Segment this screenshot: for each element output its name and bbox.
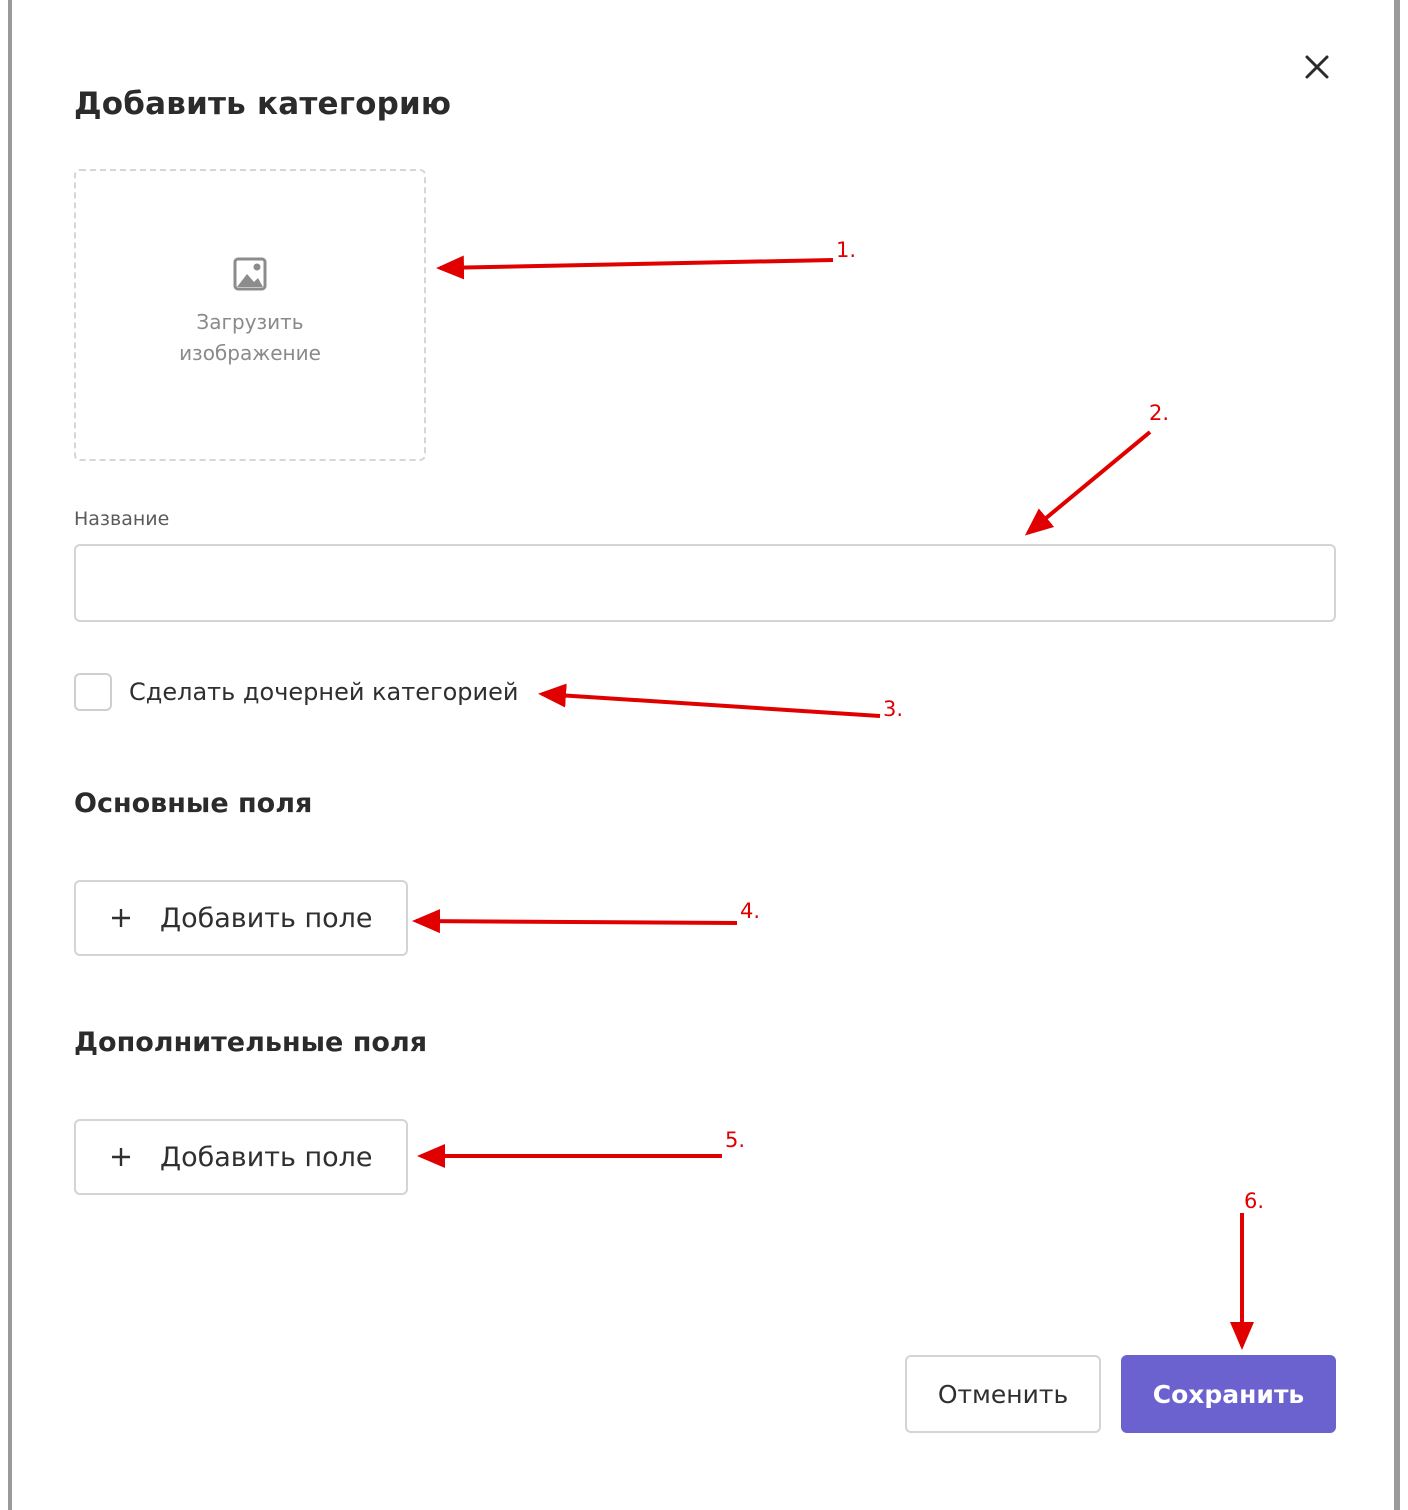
close-icon (1305, 55, 1329, 79)
close-button[interactable] (1296, 46, 1338, 88)
cancel-button[interactable]: Отменить (905, 1355, 1101, 1433)
child-category-label: Сделать дочерней категорией (129, 678, 519, 706)
add-main-field-button[interactable]: Добавить поле (74, 880, 408, 956)
main-fields-heading: Основные поля (74, 788, 313, 819)
child-category-checkbox[interactable] (74, 673, 112, 711)
upload-label: Загрузить изображение (140, 307, 360, 369)
child-category-row[interactable]: Сделать дочерней категорией (74, 672, 519, 712)
add-main-field-label: Добавить поле (160, 902, 373, 934)
image-upload-area[interactable]: Загрузить изображение (74, 169, 426, 461)
upload-label-line-1: Загрузить (196, 310, 304, 334)
image-icon (233, 257, 267, 291)
upload-label-line-2: изображение (179, 341, 321, 365)
extra-fields-heading: Дополнительные поля (74, 1027, 428, 1058)
save-button[interactable]: Сохранить (1121, 1355, 1336, 1433)
add-extra-field-button[interactable]: Добавить поле (74, 1119, 408, 1195)
name-input[interactable] (74, 544, 1336, 622)
plus-icon (112, 1148, 130, 1166)
plus-icon (112, 909, 130, 927)
add-extra-field-label: Добавить поле (160, 1141, 373, 1173)
name-field-label: Название (74, 508, 170, 530)
dialog-title: Добавить категорию (74, 86, 452, 122)
window-frame-right (1394, 0, 1400, 1510)
